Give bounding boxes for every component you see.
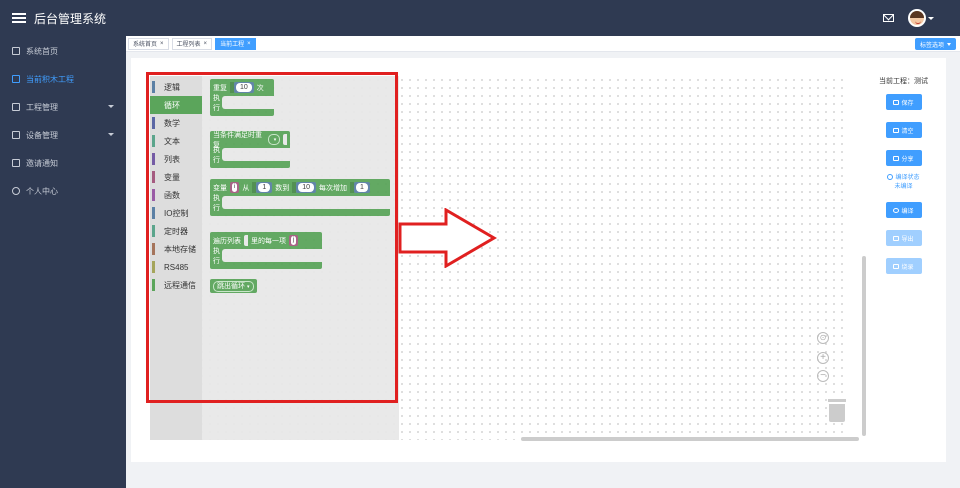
sidebar-item-device-management[interactable]: 设备管理 [0, 121, 126, 149]
info-icon [887, 174, 894, 181]
project-name: 当前工程：测试 [879, 78, 928, 85]
download-icon [893, 263, 900, 269]
button-label: 烧录 [901, 264, 914, 271]
sidebar-item-label: 当前积木工程 [26, 74, 74, 84]
tab-project-list[interactable]: 工程列表 × [171, 37, 213, 50]
sidebar-item-project-management[interactable]: 工程管理 [0, 93, 126, 121]
tab-label: 工程列表 [176, 42, 201, 48]
share-button[interactable]: 分享 [885, 150, 922, 166]
horizontal-scrollbar[interactable] [521, 437, 859, 441]
clear-button[interactable]: 清空 [885, 122, 922, 138]
top-header: 后台管理系统 [0, 0, 960, 36]
button-label: 保存 [901, 100, 914, 107]
tab-options-button[interactable]: 标签选项 [914, 38, 956, 50]
chevron-down-icon [108, 133, 114, 136]
tab-home[interactable]: 系统首页 × [128, 37, 169, 50]
sidebar-item-label: 设备管理 [26, 130, 58, 140]
app-title: 后台管理系统 [34, 11, 107, 26]
sidebar-item-label: 工程管理 [26, 102, 58, 112]
tabs-bar: 系统首页 × 工程列表 × 当前工程 × 标签选项 [126, 36, 960, 52]
list-icon [12, 131, 20, 139]
sidebar-item-invitations[interactable]: 邀请通知 [0, 149, 126, 177]
chevron-down-icon[interactable] [928, 16, 934, 20]
sidebar-item-label: 系统首页 [26, 46, 58, 56]
tab-label: 当前工程 [220, 42, 245, 48]
compile-icon [893, 207, 900, 213]
chevron-down-icon [947, 42, 951, 46]
button-label: 编译 [901, 208, 914, 215]
right-panel: 当前工程：测试 保存 清空 分享 编译状态 未编译 编译 导出 烧录 [861, 76, 946, 286]
target-icon[interactable]: ⊙ [817, 332, 829, 344]
compile-status-label: 编译状态 [895, 175, 920, 181]
main-content: 逻辑 循环 数学 文本 列表 变量 函数 IO控制 定时器 本地存储 RS485… [131, 58, 946, 462]
sidebar-item-label: 个人中心 [26, 186, 58, 196]
save-icon [893, 99, 900, 105]
sidebar: 系统首页 当前积木工程 工程管理 设备管理 邀请通知 个人中心 [0, 36, 126, 488]
export-button[interactable]: 导出 [885, 230, 922, 246]
close-icon[interactable]: × [204, 41, 208, 47]
tab-current-project[interactable]: 当前工程 × [215, 37, 256, 50]
trash-icon[interactable] [828, 399, 846, 422]
sidebar-item-label: 邀请通知 [26, 158, 58, 168]
button-label: 清空 [901, 128, 914, 135]
home-icon [12, 47, 20, 55]
minus-circle-icon[interactable]: − [817, 370, 829, 382]
save-button[interactable]: 保存 [885, 94, 922, 110]
compile-status-value: 未编译 [894, 184, 913, 190]
user-icon [12, 187, 20, 195]
arrow-icon [398, 208, 497, 268]
close-icon[interactable]: × [247, 41, 251, 47]
export-icon [893, 235, 900, 241]
button-label: 导出 [901, 236, 914, 243]
plus-circle-icon[interactable]: + [817, 352, 829, 364]
project-icon [12, 75, 20, 83]
close-icon[interactable]: × [160, 41, 164, 47]
sidebar-item-current-project[interactable]: 当前积木工程 [0, 65, 126, 93]
trash-icon [893, 127, 900, 133]
share-icon [893, 155, 900, 161]
mail-icon[interactable] [883, 14, 894, 22]
sidebar-item-profile[interactable]: 个人中心 [0, 177, 126, 205]
download-button[interactable]: 烧录 [885, 258, 922, 274]
tab-label: 系统首页 [133, 42, 158, 48]
folder-icon [12, 103, 20, 111]
compile-button[interactable]: 编译 [885, 202, 922, 218]
chevron-down-icon [108, 105, 114, 108]
highlight-box [146, 72, 398, 403]
sidebar-item-home[interactable]: 系统首页 [0, 37, 126, 65]
user-avatar[interactable] [908, 9, 926, 27]
tab-options-label: 标签选项 [919, 42, 944, 49]
mail-icon [12, 159, 20, 167]
compile-status: 编译状态 未编译 [861, 174, 946, 192]
hamburger-icon[interactable] [12, 13, 26, 23]
button-label: 分享 [901, 156, 914, 163]
